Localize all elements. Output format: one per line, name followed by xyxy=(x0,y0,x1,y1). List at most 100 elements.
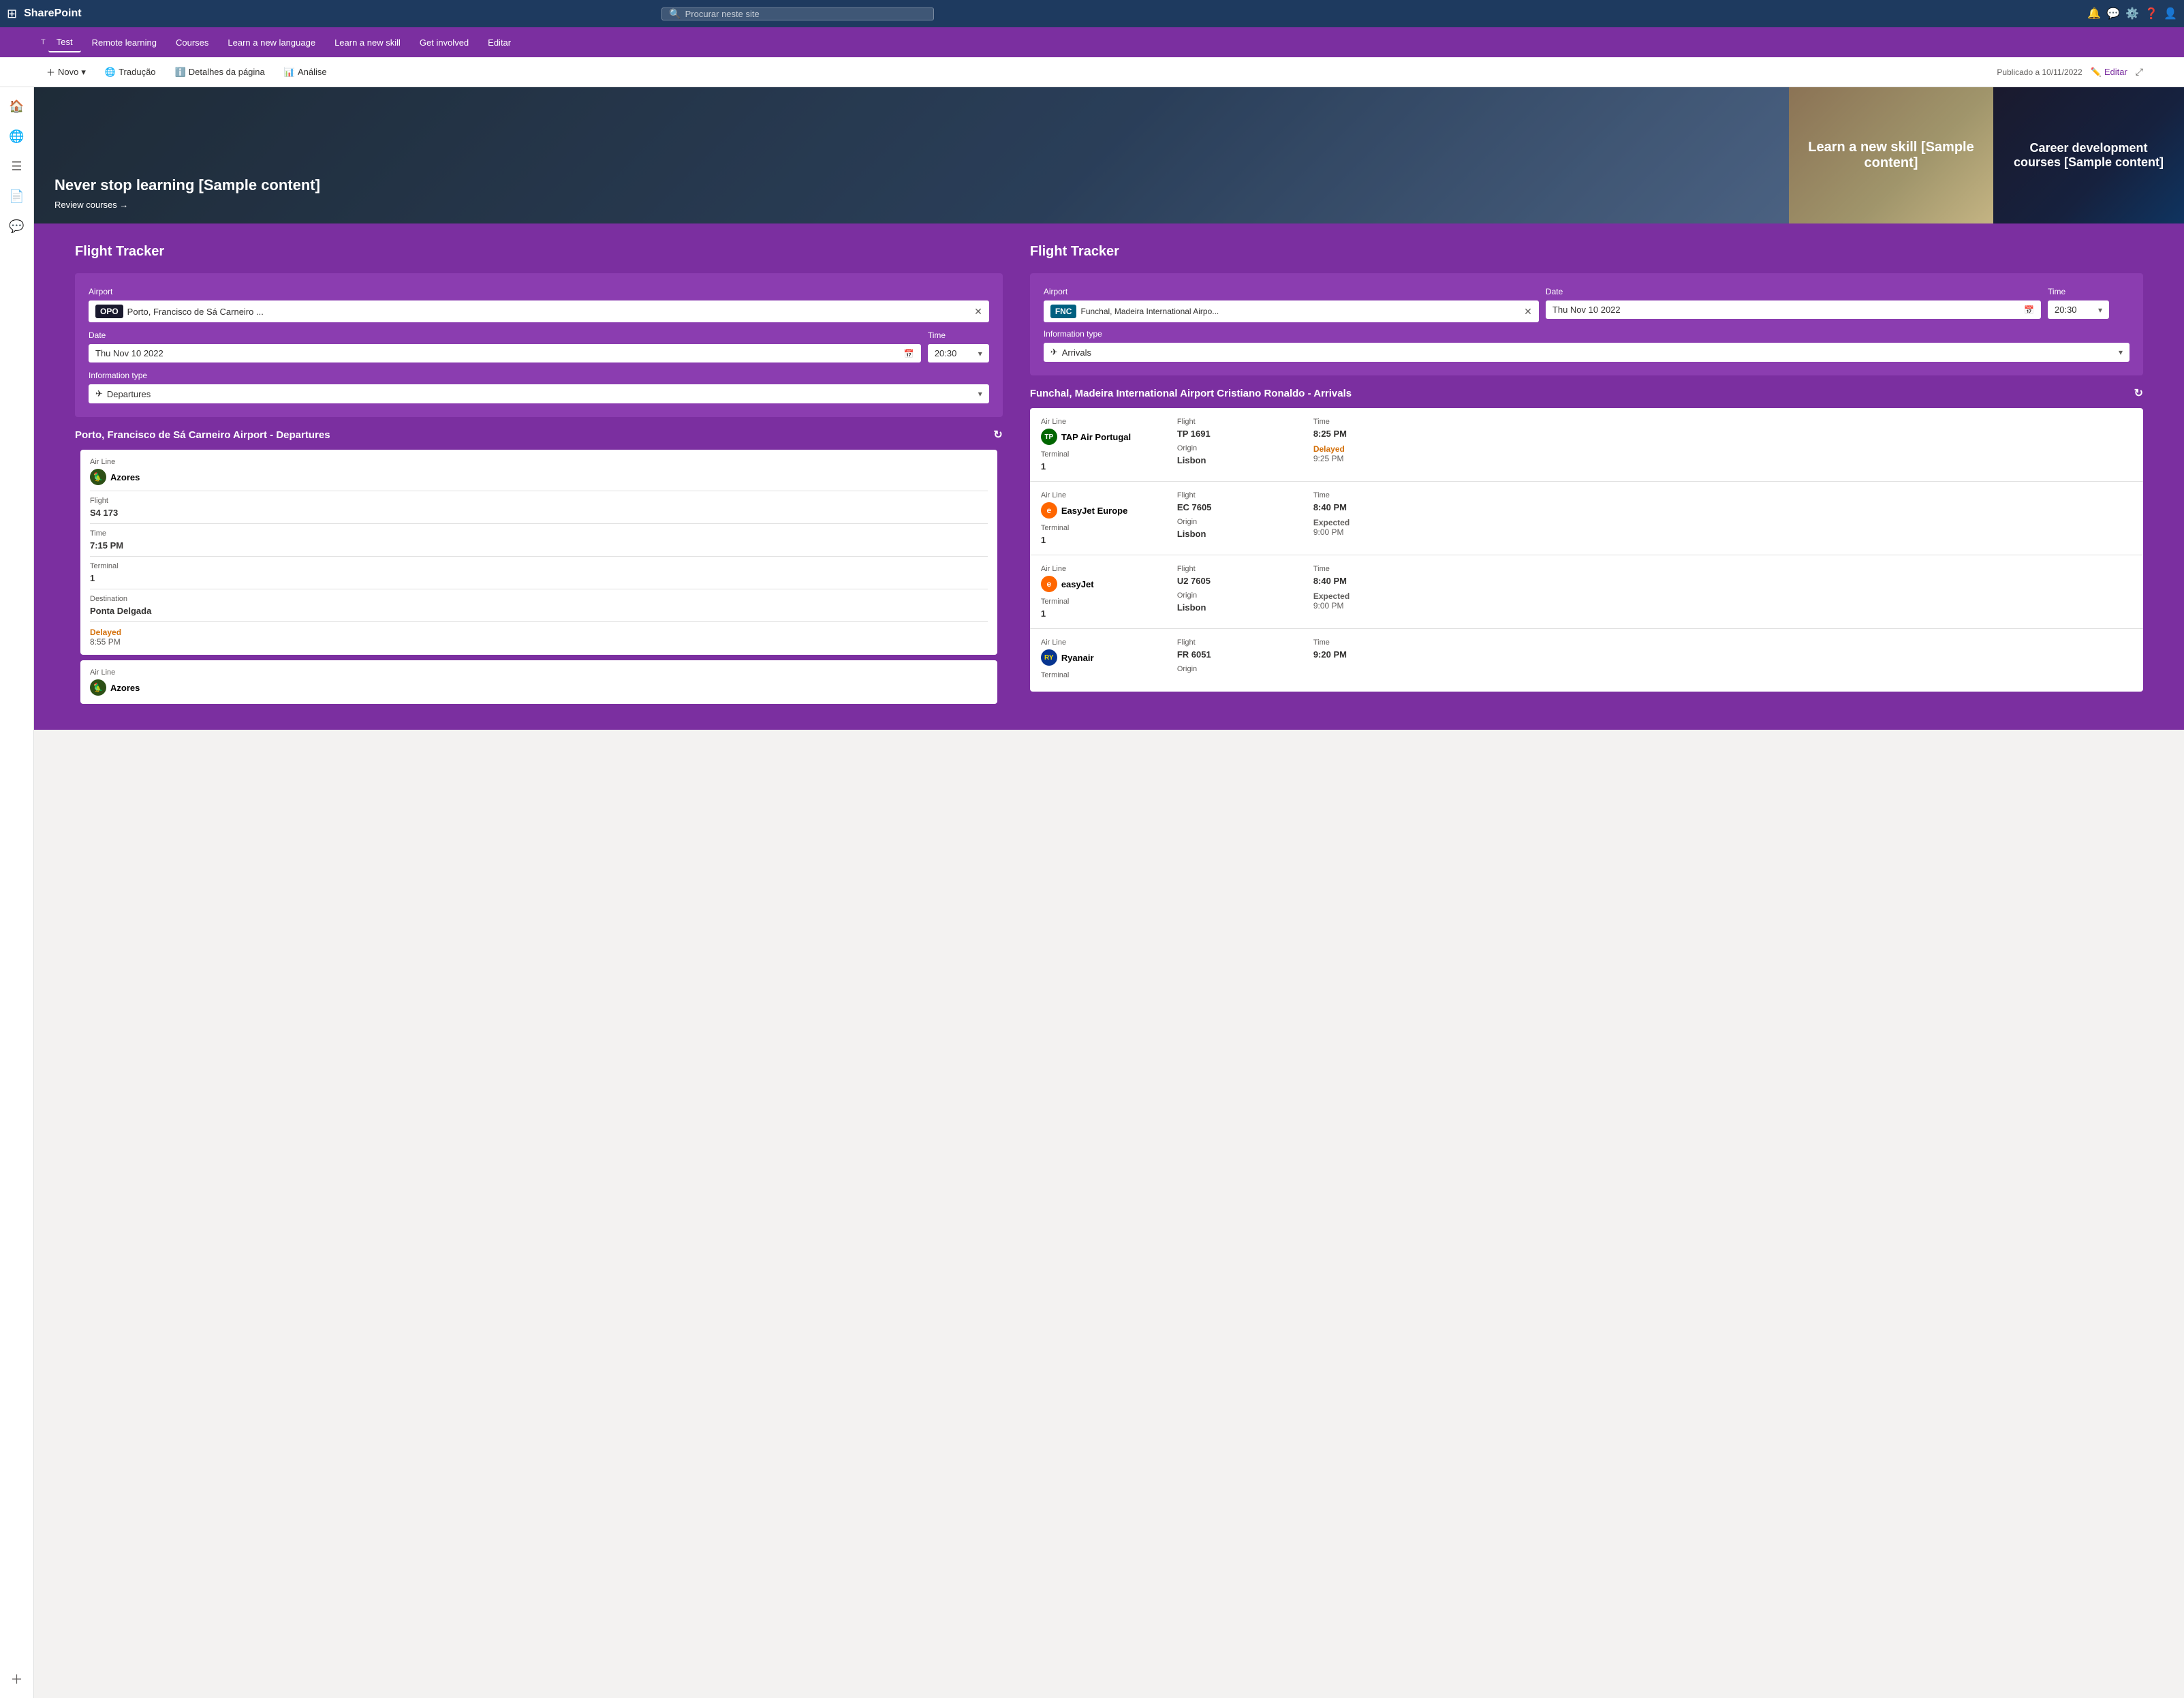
table-row: Air Line e easyJet Terminal 1 xyxy=(1030,555,2143,629)
time-label-r4: Time xyxy=(1313,638,1405,647)
time-value-fc1: 7:15 PM xyxy=(90,540,988,551)
search-bar[interactable]: 🔍 xyxy=(661,7,934,20)
edit-button[interactable]: ✏️ Editar xyxy=(2091,67,2127,78)
sidebar-home-icon[interactable]: 🏠 xyxy=(5,94,29,119)
grid-icon[interactable]: ⊞ xyxy=(7,7,17,21)
info-value-right: Arrivals xyxy=(1062,348,1091,358)
sidebar-globe-icon[interactable]: 🌐 xyxy=(5,124,29,149)
chart-icon: 📊 xyxy=(284,67,295,78)
time-col-left: Time 20:30 ▾ xyxy=(928,330,989,362)
traducao-button[interactable]: 🌐 Tradução xyxy=(99,64,161,80)
nav-item-new-language[interactable]: Learn a new language xyxy=(219,33,324,52)
status-r2: Expected xyxy=(1313,518,1405,527)
table-row: Air Line e EasyJet Europe Terminal 1 xyxy=(1030,482,2143,555)
hero-middle-text: Learn a new skill [Sample content] xyxy=(1803,140,1980,171)
time-cell-r3: Time 8:40 PM Expected 9:00 PM xyxy=(1313,565,1416,619)
nav-item-remote-learning[interactable]: Remote learning xyxy=(84,33,165,52)
time-cell-r1: Time 8:25 PM Delayed 9:25 PM xyxy=(1313,418,1416,472)
date-input-right[interactable]: Thu Nov 10 2022 📅 xyxy=(1546,300,2041,319)
airport-input-right[interactable]: FNC Funchal, Madeira International Airpo… xyxy=(1044,300,1539,322)
search-icon: 🔍 xyxy=(669,8,681,20)
flight-card-left-2: Air Line 🦜 Azores xyxy=(80,660,997,704)
refresh-icon-right[interactable]: ↻ xyxy=(2134,386,2143,400)
novo-label: Novo xyxy=(58,67,78,77)
info-icon: ℹ️ xyxy=(175,67,186,78)
nav-item-courses[interactable]: Courses xyxy=(168,33,217,52)
arrivals-icon: ✈ xyxy=(1050,347,1058,358)
expand-icon[interactable]: ⤢ xyxy=(2136,66,2143,78)
flight-cell-r2: Flight EC 7605 Origin Lisbon xyxy=(1177,491,1313,545)
airport-name-right: Funchal, Madeira International Airpo... xyxy=(1080,307,1219,316)
left-results-title: Porto, Francisco de Sá Carneiro Airport … xyxy=(75,429,330,441)
status-time-r1: 9:25 PM xyxy=(1313,454,1405,463)
chevron-time-right: ▾ xyxy=(2098,305,2102,315)
sidebar-chat-icon[interactable]: 💬 xyxy=(5,214,29,238)
airline-name-r4: RY Ryanair xyxy=(1041,649,1166,666)
hero-section: Never stop learning [Sample content] Rev… xyxy=(34,87,2184,223)
time-input-right[interactable]: 20:30 ▾ xyxy=(2048,300,2109,319)
refresh-icon-left[interactable]: ↻ xyxy=(993,428,1002,442)
hero-left-link[interactable]: Review courses → xyxy=(54,200,1768,210)
airport-input-left[interactable]: OPO Porto, Francisco de Sá Carneiro ... … xyxy=(89,300,989,322)
flight-card-left-1: Air Line 🦜 Azores Flight S4 173 Time 7:1… xyxy=(80,450,997,655)
flight-cell-r3: Flight U2 7605 Origin Lisbon xyxy=(1177,565,1313,619)
site-nav: T Test Remote learning Courses Learn a n… xyxy=(0,27,2184,57)
clear-airport-right[interactable]: ✕ xyxy=(1524,306,1532,318)
sidebar-list-icon[interactable]: ☰ xyxy=(5,154,29,179)
terminal-cell-r4: Terminal xyxy=(1041,671,1166,679)
terminal-cell-r2: Terminal 1 xyxy=(1041,524,1166,545)
easyjet-europe-icon: e xyxy=(1041,502,1057,519)
time-label-right: Time xyxy=(2048,287,2130,296)
origin-label-r4: Origin xyxy=(1177,665,1302,673)
tap-icon: TP xyxy=(1041,429,1057,445)
detalhes-button[interactable]: ℹ️ Detalhes da página xyxy=(170,64,270,80)
airport-col-right: Airport FNC Funchal, Madeira Internation… xyxy=(1044,287,1539,322)
time-label-fc1: Time xyxy=(90,529,988,538)
time-label-r3: Time xyxy=(1313,565,1405,573)
hero-right-text: Career development courses [Sample conte… xyxy=(2007,141,2170,170)
left-sidebar: 🏠 🌐 ☰ 📄 💬 ＋ xyxy=(0,87,34,1698)
table-row: Air Line TP TAP Air Portugal Terminal 1 xyxy=(1030,408,2143,482)
flight-value-r2: EC 7605 xyxy=(1177,502,1302,512)
flight-cell-r1: Flight TP 1691 Origin Lisbon xyxy=(1177,418,1313,472)
hero-left: Never stop learning [Sample content] Rev… xyxy=(34,87,1789,223)
info-input-left[interactable]: ✈ Departures ▾ xyxy=(89,384,989,403)
search-input[interactable] xyxy=(685,9,927,19)
time-label-left: Time xyxy=(928,330,989,340)
bell-icon[interactable]: 🔔 xyxy=(2087,7,2101,20)
main-content: Never stop learning [Sample content] Rev… xyxy=(34,87,2184,1698)
time-cell-r4: Time 9:20 PM xyxy=(1313,638,1416,682)
avatar[interactable]: 👤 xyxy=(2164,7,2177,20)
time-value-left: 20:30 xyxy=(935,348,957,358)
novo-button[interactable]: ＋ Novo ▾ xyxy=(41,63,91,81)
date-input-left[interactable]: Thu Nov 10 2022 📅 xyxy=(89,344,921,362)
flight-label-r3: Flight xyxy=(1177,565,1302,573)
toolbar-right: Publicado a 10/11/2022 ✏️ Editar ⤢ xyxy=(1997,66,2143,78)
sidebar-add-icon[interactable]: ＋ xyxy=(5,1667,29,1691)
airline-value-fc2: 🦜 Azores xyxy=(90,679,988,696)
status-time-r3: 9:00 PM xyxy=(1313,601,1405,611)
terminal-label-r3: Terminal xyxy=(1041,598,1166,606)
nav-item-new-skill[interactable]: Learn a new skill xyxy=(326,33,409,52)
airline-label-r1: Air Line xyxy=(1041,418,1166,426)
airline-cell-r3: Air Line e easyJet Terminal 1 xyxy=(1041,565,1177,619)
flight-left-widget: Airport OPO Porto, Francisco de Sá Carne… xyxy=(75,273,1003,417)
nav-item-get-involved[interactable]: Get involved xyxy=(411,33,477,52)
published-date: Publicado a 10/11/2022 xyxy=(1997,67,2082,77)
azores-icon-2: 🦜 xyxy=(90,679,106,696)
nav-item-editar[interactable]: Editar xyxy=(480,33,519,52)
clear-airport-left[interactable]: ✕ xyxy=(974,306,982,318)
help-icon[interactable]: ❓ xyxy=(2144,7,2158,20)
info-input-right[interactable]: ✈ Arrivals ▾ xyxy=(1044,343,2130,362)
analise-button[interactable]: 📊 Análise xyxy=(279,64,332,80)
time-value-right: 20:30 xyxy=(2055,305,2077,315)
chat-icon[interactable]: 💬 xyxy=(2106,7,2120,20)
time-input-left[interactable]: 20:30 ▾ xyxy=(928,344,989,362)
toolbar: ＋ Novo ▾ 🌐 Tradução ℹ️ Detalhes da págin… xyxy=(0,57,2184,87)
toolbar-left: ＋ Novo ▾ 🌐 Tradução ℹ️ Detalhes da págin… xyxy=(41,63,332,81)
nav-item-test[interactable]: Test xyxy=(48,33,81,52)
settings-icon[interactable]: ⚙️ xyxy=(2125,7,2139,20)
traducao-label: Tradução xyxy=(119,67,155,77)
sidebar-doc-icon[interactable]: 📄 xyxy=(5,184,29,209)
terminal-value-r2: 1 xyxy=(1041,535,1166,545)
